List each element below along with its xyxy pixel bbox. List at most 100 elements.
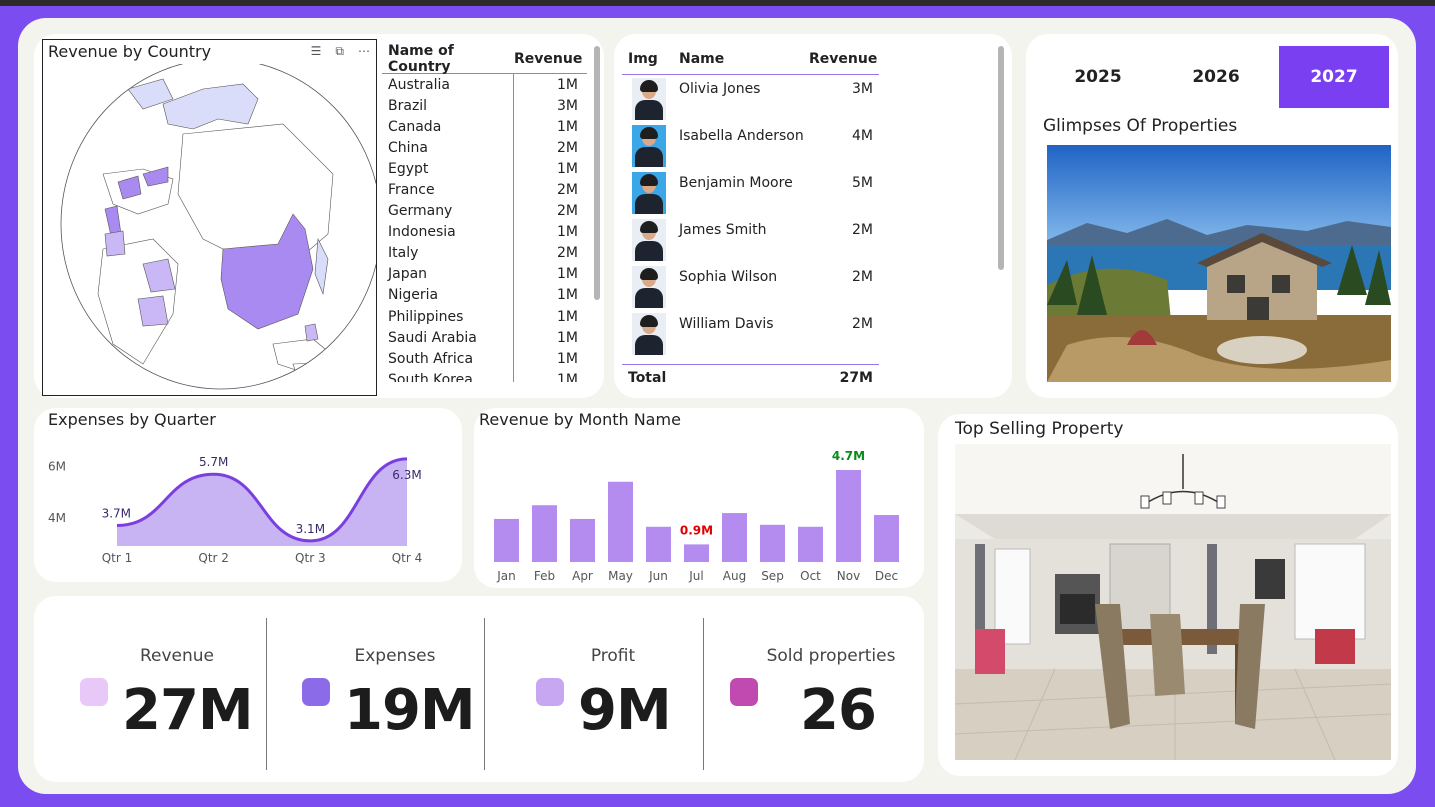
x-tick-label: Oct [800,569,821,583]
year-2027-button[interactable]: 2027 [1279,46,1389,108]
agent-photo-cell [622,311,679,355]
img-col-header[interactable]: Img [622,51,679,67]
country-table-row[interactable]: France 2M [382,179,587,201]
expand-icon[interactable]: ⧉ [335,44,344,59]
map-region-japan[interactable] [314,237,329,296]
lakeside-house-photo [1047,145,1391,382]
kpi-value: 27M [122,678,254,743]
country-table-row[interactable]: Japan 1M [382,263,587,285]
total-value: 27M [839,369,873,386]
month-bar[interactable] [874,515,899,562]
glimpses-title: Glimpses Of Properties [1043,116,1238,136]
agent-revenue-col-header[interactable]: Revenue [809,51,877,67]
month-bar[interactable] [494,518,519,562]
country-table-row[interactable]: Philippines 1M [382,306,587,328]
country-revenue: 2M [557,245,578,262]
agent-photo-cell [622,217,679,261]
calculator-icon [536,678,564,706]
month-bar[interactable] [684,544,709,562]
country-table-row[interactable]: South Korea 1M [382,369,587,382]
agent-photo-cell [622,76,679,120]
country-col-header[interactable]: Name of Country [382,44,514,75]
month-bar[interactable] [570,518,595,562]
country-table-row[interactable]: Saudi Arabia 1M [382,327,587,349]
kpi-value: 9M [578,678,672,743]
filter-icon[interactable]: ☰ [311,44,322,59]
min-value-label: 0.9M [680,523,713,537]
kpi-label: Expenses [354,646,436,666]
agent-table-row[interactable]: William Davis 2M [622,311,879,358]
country-table-row[interactable]: Indonesia 1M [382,221,587,243]
country-table-row[interactable]: Italy 2M [382,242,587,264]
country-name: Philippines [382,306,514,328]
agent-revenue: 3M [852,81,873,97]
map-region-russia[interactable] [162,83,259,130]
map-region-middle-east[interactable] [137,295,169,327]
country-revenue: 3M [557,97,578,114]
map-region-australia[interactable] [292,361,364,394]
month-bar[interactable] [760,524,785,562]
country-name: Indonesia [382,221,514,243]
country-table-row[interactable]: Brazil 3M [382,95,587,117]
country-table-scrollbar[interactable] [594,46,600,300]
agent-table-row[interactable]: Olivia Jones 3M [622,76,879,123]
country-name: Brazil [382,95,514,117]
month-bar[interactable] [608,481,633,562]
world-map[interactable] [43,64,376,394]
month-bar[interactable] [646,526,671,562]
month-chart-title: Revenue by Month Name [479,410,681,429]
country-table-row[interactable]: Egypt 1M [382,158,587,180]
expenses-area[interactable] [117,458,407,546]
revenue-map-visual[interactable]: Revenue by Country ☰ ⧉ ⋯ [42,39,377,396]
agent-table-row[interactable]: Benjamin Moore 5M [622,170,879,217]
country-revenue: 2M [557,203,578,220]
agent-revenue: 5M [852,175,873,191]
country-table-row[interactable]: China 2M [382,137,587,159]
country-revenue: 1M [557,308,578,325]
country-name: South Korea [382,369,514,382]
country-revenue: 1M [557,160,578,177]
x-tick-label: Jul [688,569,703,583]
revenue-by-month-chart[interactable]: Jan Feb Apr May Jun Jul 0.9M Aug Sep Oct Nov 4.7M De… [480,436,920,586]
agent-table-row[interactable]: Sophia Wilson 2M [622,264,879,311]
expenses-by-quarter-chart[interactable]: 4M 6M Qtr 1 3.7M Qtr 2 5.7M Qtr 3 3.1M Qtr 4 6.3M [40,436,450,576]
country-table-row[interactable]: Germany 2M [382,200,587,222]
kpi-label: Revenue [139,646,215,666]
x-tick-label: Apr [572,569,593,583]
more-options-icon[interactable]: ⋯ [358,44,370,59]
map-region-egypt[interactable] [104,230,126,257]
country-revenue-table[interactable]: Name of Country Revenue Australia 1M Brazi… [382,44,587,382]
revenue-col-header[interactable]: Revenue [514,51,584,67]
country-table-row[interactable]: South Africa 1M [382,348,587,370]
total-label: Total [628,369,667,386]
x-tick-label: Qtr 4 [392,551,423,565]
country-name: China [382,137,514,159]
agent-name: William Davis [679,316,774,332]
expenses-chart-title: Expenses by Quarter [48,410,216,429]
map-region-asia[interactable] [177,123,334,265]
x-tick-label: Sep [761,569,784,583]
x-tick-label: Qtr 2 [198,551,229,565]
month-bar[interactable] [836,470,861,562]
map-region-philippines[interactable] [304,323,319,342]
map-region-indonesia[interactable] [272,338,344,375]
map-region-africa[interactable] [97,238,179,365]
agent-table-row[interactable]: Isabella Anderson 4M [622,123,879,170]
agent-table-scrollbar[interactable] [998,46,1004,270]
x-tick-label: Qtr 3 [295,551,326,565]
country-table-row[interactable]: Nigeria 1M [382,284,587,307]
x-tick-label: Nov [837,569,860,583]
year-2025-button[interactable]: 2025 [1043,46,1153,108]
x-tick-label: Jan [496,569,516,583]
country-revenue: 1M [557,329,578,346]
month-bar[interactable] [798,526,823,562]
agent-table-row[interactable]: James Smith 2M [622,217,879,264]
avatar [632,219,666,261]
country-table-row[interactable]: Australia 1M [382,74,587,96]
name-col-header[interactable]: Name [679,51,809,67]
month-bar[interactable] [722,513,747,562]
month-bar[interactable] [532,505,557,562]
country-table-row[interactable]: Canada 1M [382,116,587,138]
agent-revenue-table[interactable]: Img Name Revenue Olivia Jones 3M Isabella … [622,44,879,390]
year-2026-button[interactable]: 2026 [1161,46,1271,108]
